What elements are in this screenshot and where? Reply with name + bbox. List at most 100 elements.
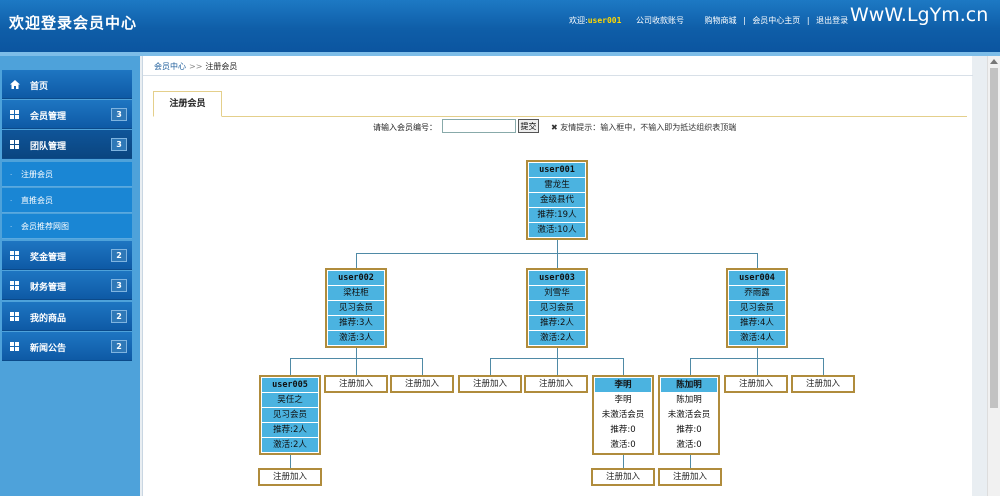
sidebar-item-my-products[interactable]: 我的商品 2: [2, 302, 132, 331]
member-node[interactable]: user004 乔雨露 见习会员 推荐:4人 激活:4人: [726, 268, 788, 348]
sidebar-item-label: 新闻公告: [30, 344, 67, 354]
tree-connector: [623, 358, 624, 375]
header-nav: 欢迎:user001 公司收款账号 购物商城 | 会员中心主页 | 退出登录: [569, 15, 852, 26]
count-badge: 2: [111, 249, 127, 262]
sidebar-item-label: 财务管理: [30, 283, 67, 293]
member-recommend-count: 推荐:2人: [262, 423, 318, 437]
member-id: user005: [262, 378, 318, 392]
member-name: 乔雨露: [729, 286, 785, 300]
tree-connector: [422, 358, 423, 375]
member-recommend-count: 推荐:0: [661, 423, 717, 437]
member-active-count: 激活:2人: [529, 331, 585, 345]
tree-connector: [356, 358, 357, 375]
bullet-icon: ·: [10, 197, 13, 205]
member-name: 吴任之: [262, 393, 318, 407]
register-join-button[interactable]: 注册加入: [724, 375, 788, 393]
member-level: 金级县代: [529, 193, 585, 207]
page-title: 欢迎登录会员中心: [9, 14, 138, 32]
tab-underline: [153, 116, 967, 117]
grid-icon: [10, 281, 19, 290]
member-name: 陈加明: [661, 393, 717, 407]
sidebar-item-news[interactable]: 新闻公告 2: [2, 332, 132, 361]
breadcrumb-root-link[interactable]: 会员中心: [154, 62, 186, 71]
tree-connector: [356, 253, 357, 269]
member-level: 未激活会员: [661, 408, 717, 422]
member-node[interactable]: user003 刘雪华 见习会员 推荐:2人 激活:2人: [526, 268, 588, 348]
register-join-button[interactable]: 注册加入: [390, 375, 454, 393]
tree-connector: [757, 253, 758, 269]
bullet-icon: ·: [10, 223, 13, 231]
count-badge: 3: [111, 279, 127, 292]
member-level: 见习会员: [529, 301, 585, 315]
sidebar-subitem-referral-network[interactable]: · 会员推荐网图: [2, 214, 132, 239]
home-icon: [10, 80, 20, 89]
sidebar-item-team-management[interactable]: 团队管理 3: [2, 130, 132, 159]
member-active-count: 激活:0: [661, 438, 717, 452]
vertical-scrollbar[interactable]: [987, 56, 1000, 496]
member-active-count: 激活:10人: [529, 223, 585, 237]
tree-connector: [557, 358, 558, 375]
register-join-button[interactable]: 注册加入: [258, 468, 322, 486]
member-name: 刘雪华: [529, 286, 585, 300]
shop-link[interactable]: 购物商城: [705, 16, 737, 25]
member-id: user004: [729, 271, 785, 285]
breadcrumb-current: 注册会员: [205, 62, 238, 71]
tree-connector: [490, 358, 491, 375]
member-active-count: 激活:3人: [328, 331, 384, 345]
count-badge: 2: [111, 340, 127, 353]
member-node[interactable]: user002 梁柱柜 见习会员 推荐:3人 激活:3人: [325, 268, 387, 348]
tab-register-member[interactable]: 注册会员: [153, 91, 222, 117]
member-name: 雷龙生: [529, 178, 585, 192]
sidebar-item-member-management[interactable]: 会员管理 3: [2, 100, 132, 129]
register-join-button[interactable]: 注册加入: [524, 375, 588, 393]
sidebar-item-label: 我的商品: [30, 314, 67, 324]
sidebar-subitem-direct-members[interactable]: · 直推会员: [2, 188, 132, 213]
register-join-button[interactable]: 注册加入: [658, 468, 722, 486]
member-level: 见习会员: [328, 301, 384, 315]
member-node-inactive[interactable]: 李明 李明 未激活会员 推荐:0 激活:0: [592, 375, 654, 455]
sidebar-item-home[interactable]: 首页: [2, 70, 132, 99]
sidebar-subitem-label: 注册会员: [21, 170, 53, 179]
member-recommend-count: 推荐:3人: [328, 316, 384, 330]
member-recommend-count: 推荐:0: [595, 423, 651, 437]
sidebar-item-label: 首页: [30, 82, 49, 92]
member-id: 陈加明: [661, 378, 717, 392]
member-node-inactive[interactable]: 陈加明 陈加明 未激活会员 推荐:0 激活:0: [658, 375, 720, 455]
member-node[interactable]: user005 吴任之 见习会员 推荐:2人 激活:2人: [259, 375, 321, 455]
count-badge: 2: [111, 310, 127, 323]
company-account-link[interactable]: 公司收款账号: [636, 16, 684, 25]
grid-icon: [10, 312, 19, 321]
logout-link[interactable]: 退出登录: [816, 16, 848, 25]
member-node-root[interactable]: user001 雷龙生 金级县代 推荐:19人 激活:10人: [526, 160, 588, 240]
member-id: 李明: [595, 378, 651, 392]
submit-button[interactable]: 提交: [518, 119, 539, 133]
member-level: 见习会员: [729, 301, 785, 315]
tree-connector: [690, 358, 691, 375]
tree-connector: [757, 358, 758, 375]
grid-icon: [10, 110, 19, 119]
page-header: 欢迎登录会员中心 欢迎:user001 公司收款账号 购物商城 | 会员中心主页…: [0, 0, 1000, 52]
scroll-up-icon[interactable]: [990, 59, 998, 64]
register-join-button[interactable]: 注册加入: [324, 375, 388, 393]
count-badge: 3: [111, 138, 127, 151]
breadcrumb: 会员中心 >> 注册会员: [143, 56, 973, 76]
sidebar-subitem-register-member[interactable]: · 注册会员: [2, 162, 132, 187]
tree-connector: [557, 253, 558, 269]
sidebar-item-finance-management[interactable]: 财务管理 3: [2, 271, 132, 300]
register-join-button[interactable]: 注册加入: [791, 375, 855, 393]
member-home-link[interactable]: 会员中心主页: [752, 16, 800, 25]
hint-text: ✖ 友情提示：输入框中，不输入即为抵达组织表顶端: [551, 123, 737, 132]
member-active-count: 激活:0: [595, 438, 651, 452]
grid-icon: [10, 342, 19, 351]
member-id: user001: [529, 163, 585, 177]
sidebar-item-bonus-management[interactable]: 奖金管理 2: [2, 241, 132, 270]
member-id-input[interactable]: [442, 119, 516, 133]
member-id-label: 请输入会员编号：: [373, 123, 437, 132]
member-level: 见习会员: [262, 408, 318, 422]
sidebar-subitem-label: 会员推荐网图: [21, 222, 69, 231]
bullet-icon: ·: [10, 171, 13, 179]
register-join-button[interactable]: 注册加入: [458, 375, 522, 393]
sidebar-item-label: 会员管理: [30, 112, 67, 122]
register-join-button[interactable]: 注册加入: [591, 468, 655, 486]
scroll-thumb[interactable]: [990, 68, 998, 408]
